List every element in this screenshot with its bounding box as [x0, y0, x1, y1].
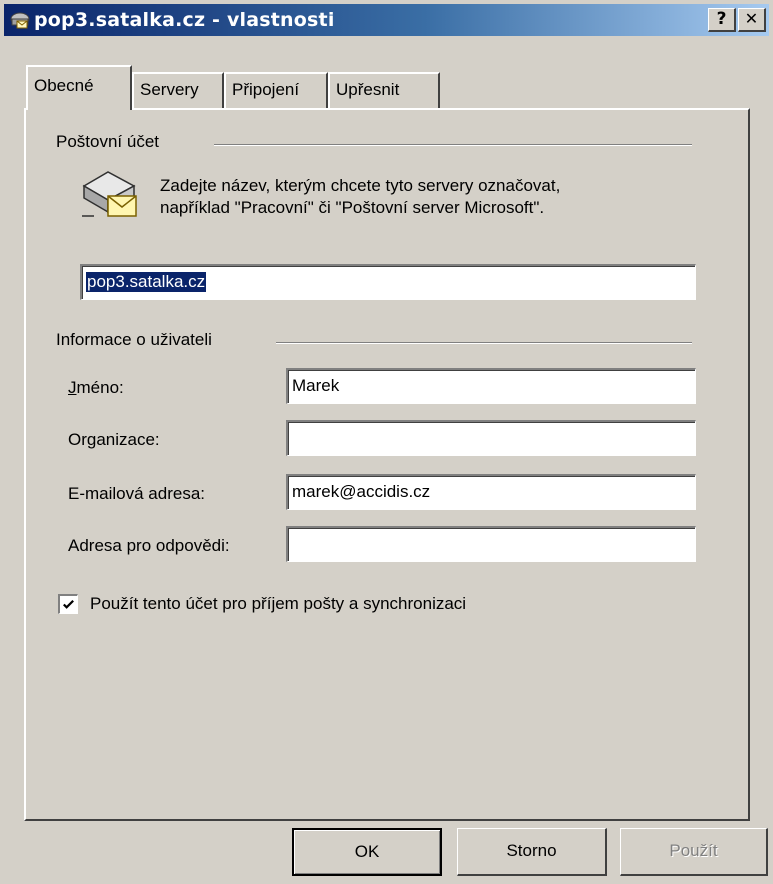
checkmark-icon: [63, 599, 74, 609]
tab-servers[interactable]: Servery: [132, 72, 224, 108]
mail-account-icon: [10, 12, 30, 29]
tab-general[interactable]: Obecné: [26, 65, 132, 110]
receive-mail-checkbox[interactable]: [58, 594, 78, 614]
organization-input[interactable]: [286, 420, 696, 456]
organization-label: Organizace:: [68, 430, 160, 449]
email-label: E-mailová adresa:: [68, 484, 206, 503]
reply-address-input[interactable]: [286, 526, 696, 562]
name-input[interactable]: Marek: [286, 368, 696, 404]
mail-server-icon: [82, 171, 137, 217]
mail-account-description-line1: Zadejte název, kterým chcete tyto server…: [160, 176, 561, 195]
cancel-button[interactable]: Storno: [457, 828, 607, 876]
tab-servers-label: Servery: [140, 80, 199, 99]
email-input[interactable]: marek@accidis.cz: [286, 474, 696, 510]
tab-panel-general: Poštovní účet Zadejte název, kterým chce…: [24, 108, 750, 821]
account-name-value: pop3.satalka.cz: [86, 272, 207, 292]
account-name-input[interactable]: pop3.satalka.cz: [80, 264, 696, 300]
close-icon: ✕: [744, 9, 759, 28]
title-bar[interactable]: pop3.satalka.cz - vlastnosti ? ✕: [4, 4, 769, 36]
close-button[interactable]: ✕: [738, 8, 766, 32]
user-info-divider: [276, 342, 692, 344]
mail-account-group-label: Poštovní účet: [56, 132, 160, 151]
user-info-group-label: Informace o uživateli: [56, 330, 212, 349]
email-value: marek@accidis.cz: [292, 482, 431, 501]
help-button[interactable]: ?: [708, 8, 736, 32]
apply-button[interactable]: Použít: [620, 828, 768, 876]
name-label-text: méno:: [76, 378, 124, 397]
properties-dialog: pop3.satalka.cz - vlastnosti ? ✕ Obecné …: [0, 0, 773, 884]
tab-connection[interactable]: Připojení: [224, 72, 328, 108]
mail-account-description-line2: například "Pracovní" či "Poštovní server…: [160, 198, 545, 217]
tab-connection-label: Připojení: [232, 80, 300, 99]
name-value: Marek: [292, 376, 340, 395]
mail-account-divider: [214, 144, 692, 146]
ok-button[interactable]: OK: [292, 828, 442, 876]
name-label: Jméno:: [68, 378, 124, 397]
tab-general-label: Obecné: [34, 76, 94, 95]
tab-advanced[interactable]: Upřesnit: [328, 72, 440, 108]
receive-mail-checkbox-label[interactable]: Použít tento účet pro příjem pošty a syn…: [90, 594, 466, 614]
window-title: pop3.satalka.cz - vlastnosti: [34, 9, 335, 31]
tab-advanced-label: Upřesnit: [336, 80, 400, 99]
reply-address-label: Adresa pro odpovědi:: [68, 536, 230, 555]
